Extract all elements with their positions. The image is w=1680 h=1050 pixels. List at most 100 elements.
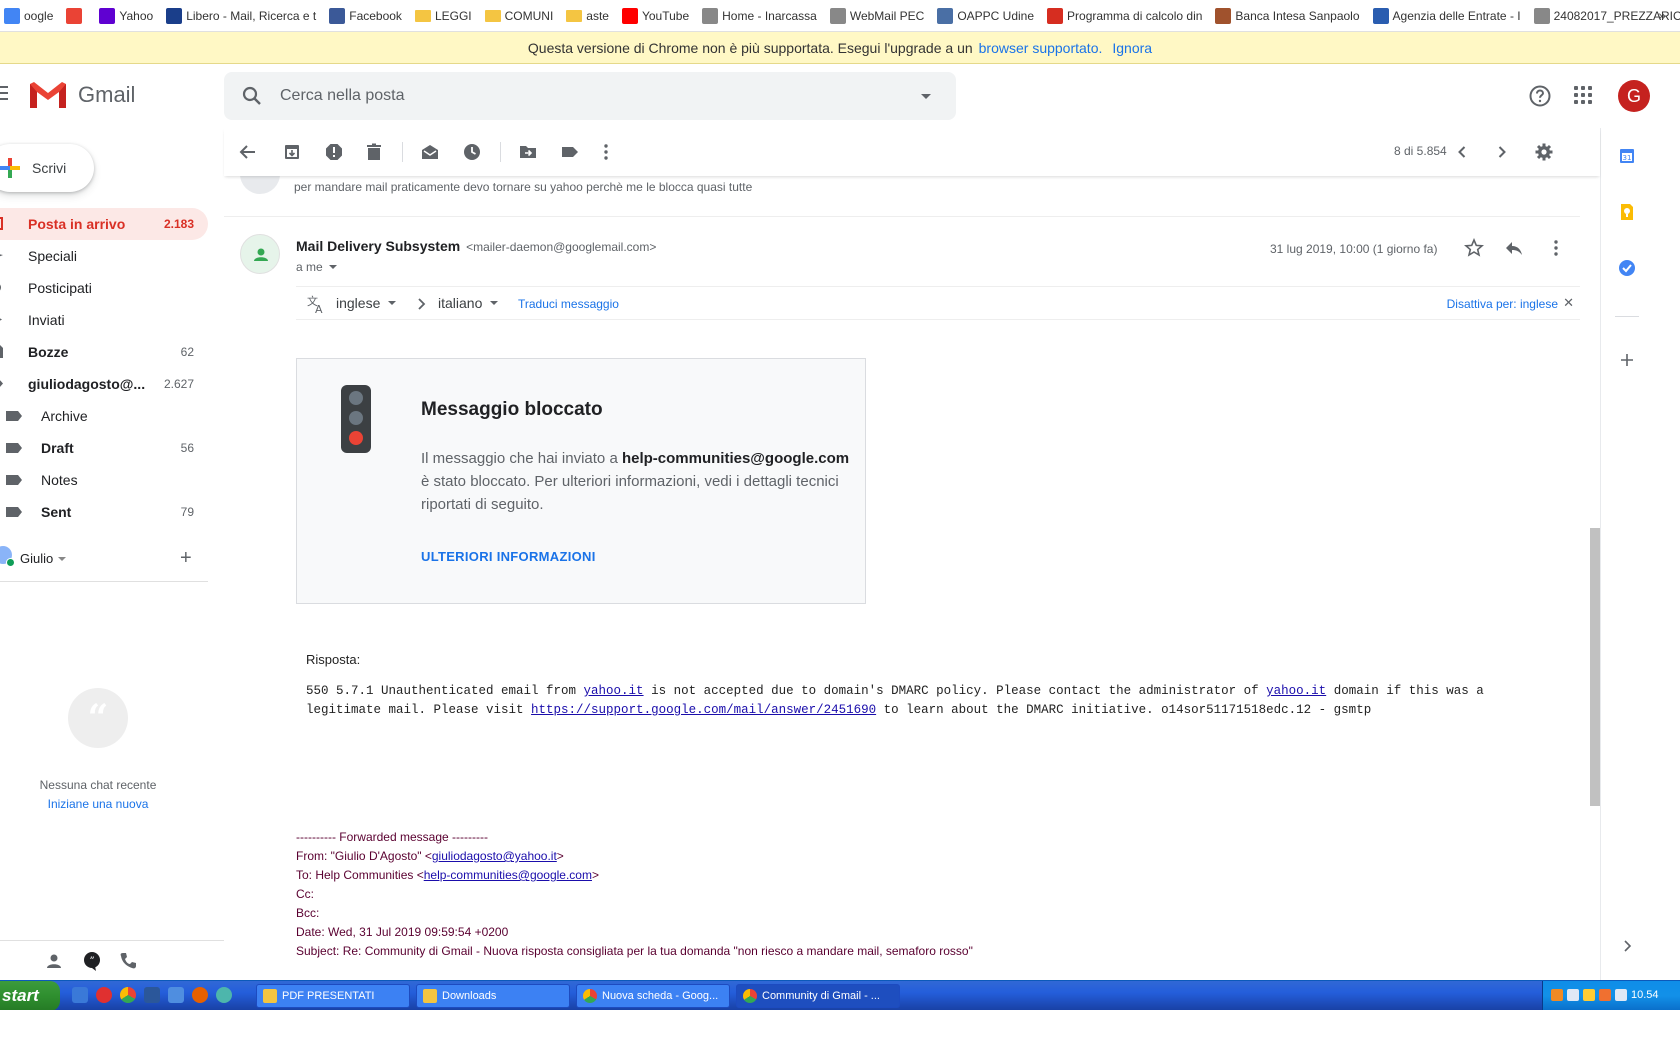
taskbar-item-new-tab[interactable]: Nuova scheda - Goog...: [576, 984, 730, 1008]
bookmark-item[interactable]: Yahoo: [95, 0, 162, 31]
taskbar-item-pdf-presentati[interactable]: PDF PRESENTATI: [256, 984, 410, 1008]
quicklaunch-network-icon[interactable]: [168, 987, 184, 1003]
bookmark-item[interactable]: Programma di calcolo din: [1043, 0, 1211, 31]
chevron-right-icon[interactable]: [1617, 936, 1637, 956]
new-chat-plus-icon[interactable]: +: [180, 548, 192, 568]
snooze-clock-icon[interactable]: [462, 142, 482, 162]
bookmark-item[interactable]: LEGGI: [411, 0, 481, 31]
tray-network-icon[interactable]: [1567, 989, 1579, 1001]
sidebar-item-inbox[interactable]: Posta in arrivo 2.183: [0, 208, 208, 240]
chevron-right-icon[interactable]: [1492, 142, 1512, 162]
report-spam-icon[interactable]: [324, 142, 344, 162]
bookmark-item[interactable]: Home - Inarcassa: [698, 0, 826, 31]
sidebar-item-notes[interactable]: Notes: [0, 464, 208, 496]
sidebar-item-drafts[interactable]: Bozze 62: [0, 336, 208, 368]
traffic-light-icon: [341, 385, 371, 453]
yahoo-link[interactable]: yahoo.it: [584, 684, 644, 698]
more-vertical-icon[interactable]: [1546, 238, 1566, 258]
more-info-link[interactable]: ULTERIORI INFORMAZIONI: [421, 549, 596, 564]
quicklaunch-ie-icon[interactable]: [216, 987, 232, 1003]
bookmark-item[interactable]: [62, 0, 95, 31]
quicklaunch-desktop-icon[interactable]: [72, 987, 88, 1003]
bookmark-item[interactable]: Facebook: [325, 0, 411, 31]
sidebar-item-draft-label[interactable]: Draft 56: [0, 432, 208, 464]
source-language-select[interactable]: inglese: [336, 295, 397, 311]
disable-translation-link[interactable]: Disattiva per: inglese: [1447, 297, 1558, 311]
google-apps-icon[interactable]: [1574, 86, 1592, 104]
tasks-icon[interactable]: [1617, 258, 1637, 278]
taskbar-item-label: PDF PRESENTATI: [282, 990, 375, 1002]
sidebar-item-snoozed[interactable]: Posticipati: [0, 272, 208, 304]
to-email-link[interactable]: help-communities@google.com: [424, 868, 592, 882]
chevron-left-icon[interactable]: [1452, 142, 1472, 162]
search-bar[interactable]: [224, 72, 956, 120]
hangouts-user[interactable]: Giulio +: [0, 536, 208, 582]
quicklaunch-chrome-icon[interactable]: [120, 987, 136, 1003]
infobar-upgrade-link[interactable]: browser supportato.: [979, 40, 1103, 56]
bookmark-item[interactable]: YouTube: [618, 0, 698, 31]
sidebar-item-archive[interactable]: Archive: [0, 400, 208, 432]
gmail-logo[interactable]: Gmail: [28, 80, 135, 110]
help-icon[interactable]: [1528, 84, 1552, 108]
bookmarks-overflow-button[interactable]: »: [1658, 7, 1666, 23]
dmarc-support-link[interactable]: https://support.google.com/mail/answer/2…: [531, 703, 876, 717]
compose-button[interactable]: Scrivi: [0, 144, 94, 192]
tray-update-icon[interactable]: [1599, 989, 1611, 1001]
more-vertical-icon[interactable]: [596, 142, 616, 162]
label-icon[interactable]: [560, 142, 580, 162]
taskbar-item-downloads[interactable]: Downloads: [416, 984, 570, 1008]
previous-message-snippet[interactable]: per mandare mail praticamente devo torna…: [294, 180, 752, 194]
bookmark-item[interactable]: oogle: [0, 0, 62, 31]
sidebar-item-sent[interactable]: Inviati: [0, 304, 208, 336]
message-scrollbar[interactable]: [1590, 176, 1600, 980]
infobar-dismiss-link[interactable]: Ignora: [1112, 40, 1152, 56]
sidebar-item-starred[interactable]: Speciali: [0, 240, 208, 272]
move-to-folder-icon[interactable]: [518, 142, 538, 162]
chat-bubble-icon[interactable]: ”: [82, 951, 102, 971]
settings-gear-icon[interactable]: [1534, 142, 1554, 162]
yahoo-link[interactable]: yahoo.it: [1266, 684, 1326, 698]
mark-unread-icon[interactable]: [420, 142, 440, 162]
bookmark-item[interactable]: Agenzia delle Entrate - I: [1369, 0, 1530, 31]
calendar-icon[interactable]: 31: [1617, 146, 1637, 166]
search-icon[interactable]: [240, 84, 264, 108]
keep-icon[interactable]: [1617, 202, 1637, 222]
bookmark-item[interactable]: COMUNI: [481, 0, 563, 31]
back-arrow-icon[interactable]: [238, 142, 258, 162]
search-options-icon[interactable]: [916, 86, 936, 106]
trash-icon[interactable]: [364, 142, 384, 162]
from-email-link[interactable]: giuliodagosto@yahoo.it: [432, 849, 557, 863]
add-addon-plus-icon[interactable]: [1617, 350, 1637, 370]
tray-volume-icon[interactable]: [1615, 989, 1627, 1001]
main-menu-icon[interactable]: [0, 86, 8, 100]
quicklaunch-firefox-icon[interactable]: [192, 987, 208, 1003]
bookmark-item[interactable]: OAPPC Udine: [933, 0, 1043, 31]
quicklaunch-word-icon[interactable]: [144, 987, 160, 1003]
sidebar-item-sent-label[interactable]: Sent 79: [0, 496, 208, 528]
tray-app-icon[interactable]: [1551, 989, 1563, 1001]
recipient-details-toggle[interactable]: a me: [296, 260, 337, 274]
start-button[interactable]: start: [0, 981, 60, 1011]
contacts-icon[interactable]: [44, 951, 64, 971]
scrollbar-thumb[interactable]: [1590, 528, 1600, 806]
sender-name[interactable]: Mail Delivery Subsystem: [296, 238, 460, 254]
account-avatar[interactable]: G: [1618, 80, 1650, 112]
archive-icon[interactable]: [282, 142, 302, 162]
bookmark-item[interactable]: Libero - Mail, Ricerca e t: [162, 0, 325, 31]
start-new-chat-link[interactable]: Iniziane una nuova: [0, 797, 196, 811]
target-language-select[interactable]: italiano: [438, 295, 499, 311]
quicklaunch-opera-icon[interactable]: [96, 987, 112, 1003]
phone-icon[interactable]: [118, 951, 138, 971]
bookmark-item[interactable]: Banca Intesa Sanpaolo: [1211, 0, 1368, 31]
chevron-down-icon[interactable]: [58, 557, 66, 561]
reply-icon[interactable]: [1504, 238, 1524, 258]
tray-security-icon[interactable]: [1583, 989, 1595, 1001]
close-icon[interactable]: ✕: [1563, 295, 1574, 311]
search-input[interactable]: [280, 72, 880, 120]
sidebar-item-yahoo-account[interactable]: giuliodagosto@... 2.627: [0, 368, 208, 400]
bookmark-item[interactable]: WebMail PEC: [826, 0, 933, 31]
bookmark-item[interactable]: aste: [562, 0, 618, 31]
star-icon[interactable]: [1464, 238, 1484, 258]
taskbar-item-gmail-community[interactable]: Community di Gmail - ...: [736, 984, 900, 1008]
translate-message-link[interactable]: Traduci messaggio: [518, 297, 619, 311]
